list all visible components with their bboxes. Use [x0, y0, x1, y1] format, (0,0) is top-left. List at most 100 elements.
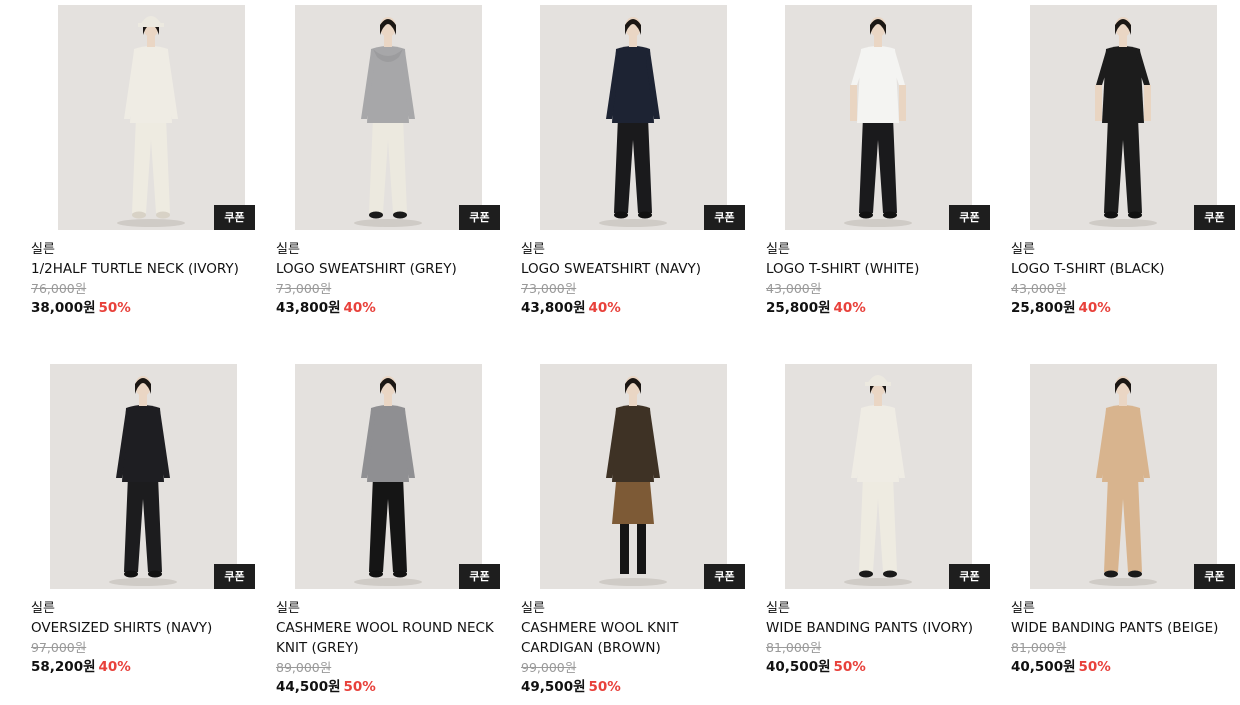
discount-rate: 40% [98, 659, 131, 675]
discount-rate: 50% [833, 659, 866, 675]
product-name[interactable]: LOGO SWEATSHIRT (NAVY) [521, 259, 751, 279]
product-name[interactable]: 1/2HALF TURTLE NECK (IVORY) [31, 259, 261, 279]
product-photo[interactable] [785, 364, 972, 589]
price-row: 25,800원 40% [1011, 298, 1240, 318]
sale-price: 49,500원 [521, 679, 586, 695]
product-name[interactable]: WIDE BANDING PANTS (BEIGE) [1011, 618, 1240, 638]
coupon-badge: 쿠폰 [459, 564, 500, 589]
product-image-wrapper[interactable]: 쿠폰 [1010, 5, 1235, 230]
price-row: 58,200원 40% [31, 657, 261, 677]
original-price: 97,000원 [31, 640, 87, 655]
sale-price: 40,500원 [766, 659, 831, 675]
product-name[interactable]: OVERSIZED SHIRTS (NAVY) [31, 618, 261, 638]
price-row: 25,800원 40% [766, 298, 996, 318]
product-photo[interactable] [50, 364, 237, 589]
product-photo[interactable] [295, 5, 482, 230]
product-image-wrapper[interactable]: 쿠폰 [765, 5, 990, 230]
original-price: 89,000원 [276, 660, 332, 675]
coupon-badge: 쿠폰 [1194, 205, 1235, 230]
coupon-badge: 쿠폰 [1194, 564, 1235, 589]
product-image-wrapper[interactable]: 쿠폰 [765, 364, 990, 589]
product-photo[interactable] [785, 5, 972, 230]
product-photo[interactable] [540, 364, 727, 589]
product-info: 실른 CASHMERE WOOL ROUND NECK KNIT (GREY) 89… [276, 599, 506, 697]
sale-price: 38,000원 [31, 300, 96, 316]
product-brand[interactable]: 실른 [31, 599, 261, 618]
original-price: 81,000원 [1011, 640, 1067, 655]
product-image-wrapper[interactable]: 쿠폰 [275, 364, 500, 589]
product-name[interactable]: WIDE BANDING PANTS (IVORY) [766, 618, 996, 638]
original-price: 43,000원 [1011, 281, 1067, 296]
price-row: 44,500원 50% [276, 677, 506, 697]
product-image-wrapper[interactable]: 쿠폰 [520, 5, 745, 230]
product-photo[interactable] [58, 5, 245, 230]
product-brand[interactable]: 실른 [1011, 240, 1240, 259]
original-price: 43,000원 [766, 281, 822, 296]
coupon-badge: 쿠폰 [704, 564, 745, 589]
product-brand[interactable]: 실른 [31, 240, 261, 259]
product-info: 실른 CASHMERE WOOL KNIT CARDIGAN (BROWN) 99,… [521, 599, 751, 697]
discount-rate: 50% [588, 679, 621, 695]
product-photo[interactable] [295, 364, 482, 589]
sale-price: 25,800원 [1011, 300, 1076, 316]
coupon-badge: 쿠폰 [704, 205, 745, 230]
product-info: 실른 OVERSIZED SHIRTS (NAVY) 97,000원 58,200원 4… [31, 599, 261, 677]
discount-rate: 40% [343, 300, 376, 316]
sale-price: 43,800원 [521, 300, 586, 316]
discount-rate: 40% [588, 300, 621, 316]
product-brand[interactable]: 실른 [766, 599, 996, 618]
product-brand[interactable]: 실른 [276, 599, 506, 618]
product-info: 실른 LOGO SWEATSHIRT (GREY) 73,000원 43,800원 40… [276, 240, 506, 318]
discount-rate: 50% [343, 679, 376, 695]
product-brand[interactable]: 실른 [766, 240, 996, 259]
price-row: 49,500원 50% [521, 677, 751, 697]
original-price: 73,000원 [521, 281, 577, 296]
discount-rate: 50% [1078, 659, 1111, 675]
sale-price: 40,500원 [1011, 659, 1076, 675]
product-brand[interactable]: 실른 [521, 240, 751, 259]
price-row: 43,800원 40% [276, 298, 506, 318]
original-price: 81,000원 [766, 640, 822, 655]
product-image-wrapper[interactable]: 쿠폰 [275, 5, 500, 230]
product-info: 실른 LOGO T-SHIRT (BLACK) 43,000원 25,800원 40% [1011, 240, 1240, 318]
price-row: 43,800원 40% [521, 298, 751, 318]
sale-price: 58,200원 [31, 659, 96, 675]
original-price: 76,000원 [31, 281, 87, 296]
coupon-badge: 쿠폰 [459, 205, 500, 230]
product-info: 실른 WIDE BANDING PANTS (BEIGE) 81,000원 40,50… [1011, 599, 1240, 677]
product-image-wrapper[interactable]: 쿠폰 [1010, 364, 1235, 589]
product-brand[interactable]: 실른 [276, 240, 506, 259]
product-photo[interactable] [1030, 5, 1217, 230]
product-info: 실른 WIDE BANDING PANTS (IVORY) 81,000원 40,50… [766, 599, 996, 677]
product-name[interactable]: LOGO T-SHIRT (WHITE) [766, 259, 996, 279]
discount-rate: 40% [833, 300, 866, 316]
product-info: 실른 LOGO SWEATSHIRT (NAVY) 73,000원 43,800원 40… [521, 240, 751, 318]
discount-rate: 50% [98, 300, 131, 316]
product-name[interactable]: CASHMERE WOOL KNIT CARDIGAN (BROWN) [521, 618, 751, 658]
coupon-badge: 쿠폰 [949, 564, 990, 589]
product-info: 실른 1/2HALF TURTLE NECK (IVORY) 76,000원 38,0… [31, 240, 261, 318]
product-brand[interactable]: 실른 [1011, 599, 1240, 618]
product-name[interactable]: CASHMERE WOOL ROUND NECK KNIT (GREY) [276, 618, 506, 658]
discount-rate: 40% [1078, 300, 1111, 316]
product-photo[interactable] [1030, 364, 1217, 589]
price-row: 40,500원 50% [1011, 657, 1240, 677]
coupon-badge: 쿠폰 [214, 205, 255, 230]
coupon-badge: 쿠폰 [949, 205, 990, 230]
price-row: 40,500원 50% [766, 657, 996, 677]
price-row: 38,000원 50% [31, 298, 261, 318]
product-image-wrapper[interactable]: 쿠폰 [30, 5, 255, 230]
sale-price: 25,800원 [766, 300, 831, 316]
product-image-wrapper[interactable]: 쿠폰 [30, 364, 255, 589]
original-price: 99,000원 [521, 660, 577, 675]
product-name[interactable]: LOGO T-SHIRT (BLACK) [1011, 259, 1240, 279]
product-info: 실른 LOGO T-SHIRT (WHITE) 43,000원 25,800원 40% [766, 240, 996, 318]
coupon-badge: 쿠폰 [214, 564, 255, 589]
sale-price: 44,500원 [276, 679, 341, 695]
product-name[interactable]: LOGO SWEATSHIRT (GREY) [276, 259, 506, 279]
product-image-wrapper[interactable]: 쿠폰 [520, 364, 745, 589]
sale-price: 43,800원 [276, 300, 341, 316]
original-price: 73,000원 [276, 281, 332, 296]
product-photo[interactable] [540, 5, 727, 230]
product-brand[interactable]: 실른 [521, 599, 751, 618]
